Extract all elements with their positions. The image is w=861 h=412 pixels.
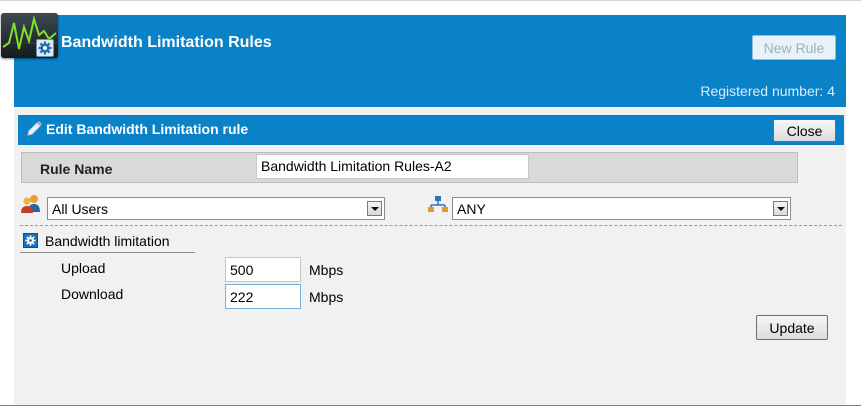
download-unit: Mbps xyxy=(309,289,344,305)
network-select[interactable]: ANY xyxy=(452,197,791,220)
upload-unit: Mbps xyxy=(309,262,344,278)
registered-count: Registered number: 4 xyxy=(700,83,835,99)
bandwidth-title-underline xyxy=(20,252,195,253)
new-rule-button[interactable]: New Rule xyxy=(752,35,836,60)
top-divider xyxy=(0,0,861,1)
download-label: Download xyxy=(61,286,124,302)
chevron-down-icon[interactable] xyxy=(367,201,382,216)
users-icon xyxy=(21,195,40,213)
edit-rule-title: Edit Bandwidth Limitation rule xyxy=(46,121,249,137)
section-divider xyxy=(20,225,842,226)
upload-field[interactable]: 500 xyxy=(225,257,301,282)
network-select-value: ANY xyxy=(457,201,486,217)
page-title: Bandwidth Limitation Rules xyxy=(61,34,272,51)
rule-name-label: Rule Name xyxy=(40,161,113,177)
close-button[interactable]: Close xyxy=(773,119,836,142)
pencil-icon xyxy=(27,121,42,136)
download-field[interactable]: 222 xyxy=(225,284,301,309)
user-select-value: All Users xyxy=(52,201,109,217)
gear-icon xyxy=(23,233,38,248)
chevron-down-icon[interactable] xyxy=(773,201,788,216)
rule-name-field[interactable]: Bandwidth Limitation Rules-A2 xyxy=(256,154,529,179)
user-select[interactable]: All Users xyxy=(47,197,385,220)
update-button[interactable]: Update xyxy=(756,315,828,340)
bandwidth-section-title: Bandwidth limitation xyxy=(45,233,170,249)
gear-icon xyxy=(36,39,54,57)
upload-label: Upload xyxy=(61,260,106,276)
network-icon xyxy=(428,196,448,212)
bottom-divider xyxy=(0,405,861,406)
